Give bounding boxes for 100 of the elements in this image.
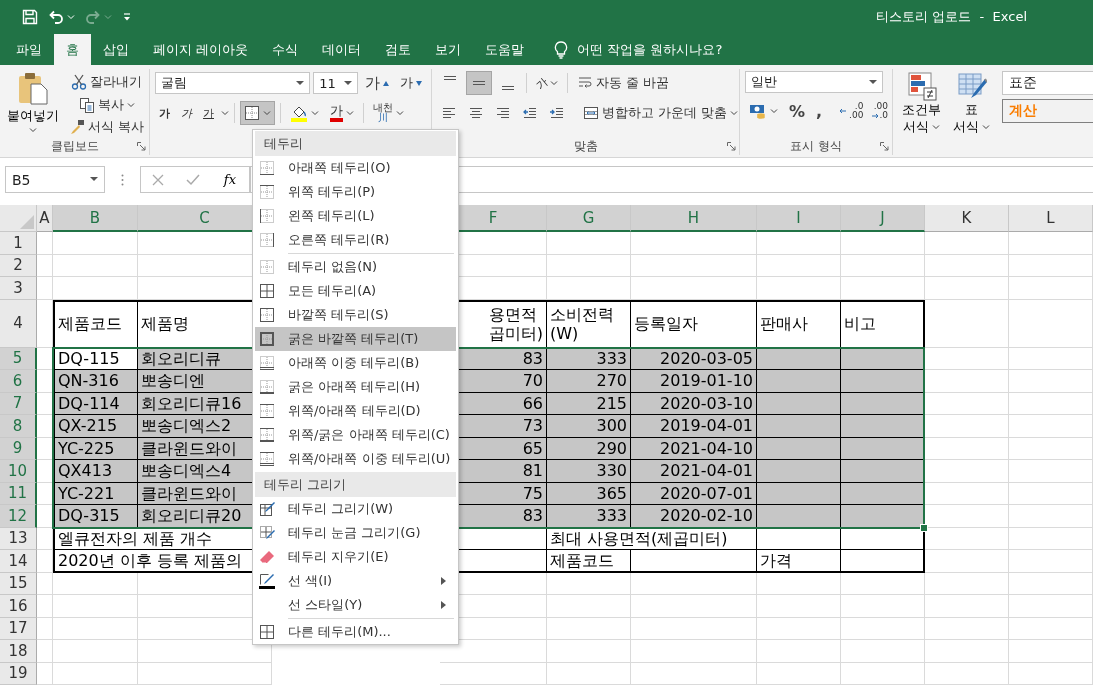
- row-header[interactable]: 2: [0, 254, 37, 277]
- merge-center-button[interactable]: 병합하고 가운데 맞춤: [579, 101, 743, 125]
- ribbon-tab[interactable]: 홈: [54, 34, 91, 65]
- ribbon-tab[interactable]: 데이터: [310, 34, 374, 65]
- launcher-icon[interactable]: [137, 142, 146, 151]
- grow-font-button[interactable]: 가: [361, 71, 393, 95]
- check-icon[interactable]: [185, 173, 200, 186]
- row-header[interactable]: 5: [0, 347, 37, 370]
- caret-icon: [730, 110, 739, 116]
- format-as-table-button[interactable]: 표 서식: [949, 71, 994, 138]
- conditional-formatting-button[interactable]: 조건부 서식: [898, 71, 945, 138]
- group-label: 표시 형식: [790, 138, 842, 155]
- row-header[interactable]: 15: [0, 572, 37, 595]
- ribbon-tab[interactable]: 도움말: [473, 34, 537, 65]
- row-header[interactable]: 17: [0, 617, 37, 640]
- bold-button[interactable]: 가: [155, 101, 174, 125]
- cell-style[interactable]: 표준: [1002, 71, 1093, 95]
- row-header[interactable]: 4: [0, 299, 37, 348]
- menu-item[interactable]: 테두리 없음(N): [255, 255, 456, 279]
- row-header[interactable]: 3: [0, 277, 37, 300]
- ribbon-tab[interactable]: 검토: [373, 34, 424, 65]
- table-cell: DQ-315: [53, 505, 138, 528]
- row-header[interactable]: 12: [0, 505, 37, 528]
- row-header[interactable]: 16: [0, 595, 37, 618]
- customize-icon: [122, 12, 132, 22]
- paste-button[interactable]: 붙여넣기: [5, 71, 61, 138]
- menu-item[interactable]: 굵은 바깥쪽 테두리(T): [255, 327, 456, 351]
- menu-item[interactable]: 아래쪽 테두리(O): [255, 156, 456, 180]
- scissors-icon: [71, 73, 88, 90]
- fill-handle[interactable]: [920, 523, 928, 532]
- row-header[interactable]: 9: [0, 437, 37, 460]
- pencil-table-icon: [259, 501, 275, 517]
- menu-item[interactable]: 선 스타일(Y): [255, 593, 456, 617]
- percent-button[interactable]: %: [785, 99, 810, 123]
- shrink-font-button[interactable]: 가: [396, 71, 426, 95]
- orientation-button[interactable]: 가: [532, 71, 562, 95]
- row-header[interactable]: 13: [0, 527, 37, 550]
- column-header[interactable]: B: [53, 205, 138, 232]
- paintbrush-icon: [69, 119, 85, 136]
- row-header[interactable]: 14: [0, 550, 37, 573]
- align-middle-icon: [473, 81, 485, 85]
- launcher-icon[interactable]: [727, 142, 736, 151]
- column-header[interactable]: J: [841, 205, 925, 232]
- ribbon-tab[interactable]: 보기: [423, 34, 474, 65]
- money-icon: [749, 103, 767, 119]
- name-box[interactable]: B5: [5, 166, 105, 193]
- column-header[interactable]: L: [1009, 205, 1093, 232]
- menu-item[interactable]: 다른 테두리(M)...: [255, 620, 456, 644]
- launcher-icon[interactable]: [880, 142, 889, 151]
- top-bottom-border-icon: [259, 403, 275, 419]
- column-header[interactable]: G: [547, 205, 631, 232]
- row-header[interactable]: 18: [0, 640, 37, 663]
- ribbon-tab[interactable]: 파일: [4, 34, 54, 65]
- right-arrow-icon: [872, 112, 880, 119]
- increase-decimal-button[interactable]: .0 .00: [836, 99, 867, 123]
- phonetic-guide-button[interactable]: 내천 川: [369, 101, 408, 125]
- copy-button[interactable]: 복사: [65, 93, 149, 116]
- table-cell: 소비전력 (W): [547, 299, 631, 348]
- menu-item[interactable]: 위쪽 테두리(P): [255, 180, 456, 204]
- cut-button[interactable]: 잘라내기: [65, 71, 149, 93]
- row-header[interactable]: 19: [0, 662, 37, 685]
- column-header[interactable]: H: [631, 205, 757, 232]
- table-cell: 등록일자: [631, 299, 757, 348]
- insert-function-button[interactable]: fx: [221, 172, 238, 187]
- font-name-dropdown[interactable]: 굴림: [155, 72, 311, 94]
- number-format-dropdown[interactable]: 일반: [745, 71, 883, 93]
- font-color-button[interactable]: 가: [326, 101, 358, 125]
- underline-button[interactable]: 가: [199, 101, 218, 125]
- caret-icon: [346, 110, 354, 116]
- row-header[interactable]: 6: [0, 370, 37, 393]
- border-icon: [244, 105, 260, 121]
- table-cell: 333: [547, 505, 631, 528]
- caret-icon[interactable]: [221, 110, 229, 116]
- align-button[interactable]: [466, 71, 492, 95]
- table-cell: 2020-02-10: [631, 505, 757, 528]
- caret-icon: [263, 110, 271, 116]
- row-header[interactable]: 10: [0, 460, 37, 483]
- row-header[interactable]: 11: [0, 482, 37, 505]
- clipboard-icon: [16, 71, 50, 105]
- format-painter-button[interactable]: 서식 복사: [65, 116, 149, 138]
- italic-button[interactable]: 가: [177, 101, 196, 125]
- row-header[interactable]: 8: [0, 415, 37, 438]
- table-cell: 가격: [757, 550, 841, 573]
- decrease-decimal-button[interactable]: .00 .0: [869, 99, 892, 123]
- column-header[interactable]: A: [37, 205, 53, 232]
- font-size-dropdown[interactable]: 11: [313, 72, 358, 94]
- comma-button[interactable]: ,: [812, 99, 827, 123]
- column-header[interactable]: I: [757, 205, 841, 232]
- wrap-text-button[interactable]: 자동 줄 바꿈: [573, 71, 674, 95]
- ribbon-tab[interactable]: 페이지 레이아웃: [141, 34, 261, 65]
- column-header[interactable]: K: [925, 205, 1009, 232]
- lightbulb-icon: [554, 40, 569, 59]
- ribbon-tab[interactable]: 삽입: [91, 34, 141, 65]
- row-header[interactable]: 7: [0, 392, 37, 415]
- caret-icon: [29, 127, 37, 133]
- tell-me-search[interactable]: 어떤 작업을 원하시나요?: [544, 34, 733, 65]
- row-header[interactable]: 1: [0, 232, 37, 255]
- ribbon-tab[interactable]: 수식: [260, 34, 311, 65]
- borders-button[interactable]: [240, 101, 275, 125]
- merge-cells-icon: [583, 105, 599, 121]
